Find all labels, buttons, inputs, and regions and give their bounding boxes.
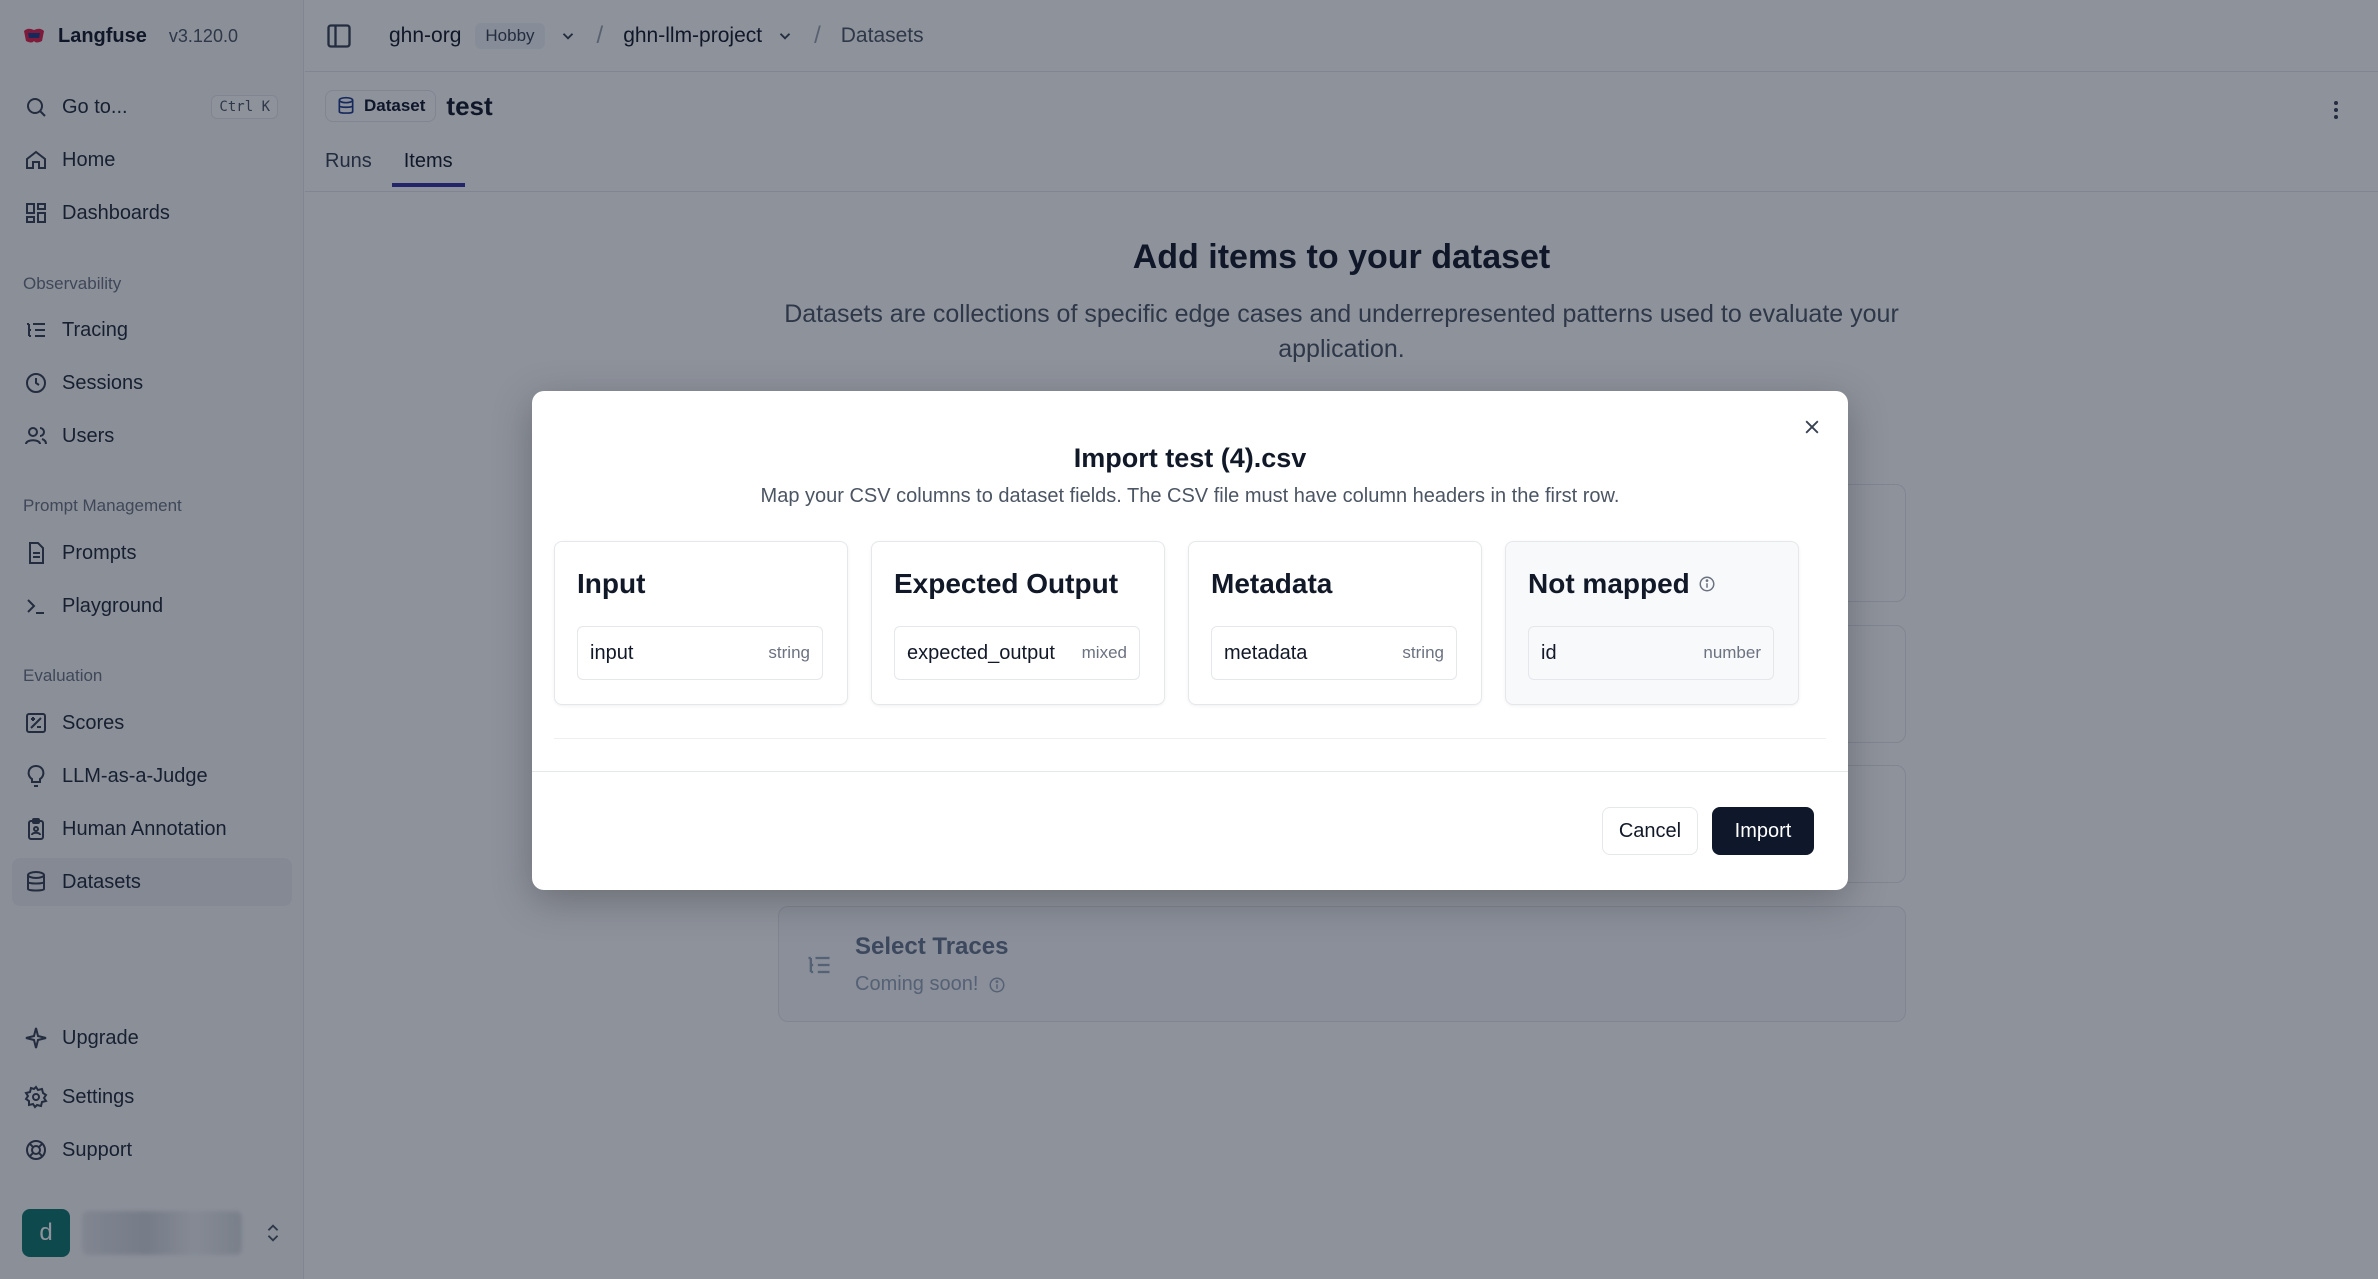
mapping-column-title: Input — [577, 568, 646, 599]
import-csv-dialog: Import test (4).csv Map your CSV columns… — [532, 391, 1848, 890]
csv-column-name: id — [1541, 641, 1557, 664]
import-button[interactable]: Import — [1712, 807, 1814, 855]
mapping-column-title: Metadata — [1211, 568, 1333, 599]
mapping-column-title-wrap: Not mapped — [1528, 568, 1716, 600]
csv-column-type: number — [1703, 643, 1761, 662]
column-mapping: Input input string Expected Output expec… — [554, 541, 1826, 739]
close-button[interactable] — [1796, 411, 1828, 443]
csv-column-type: string — [1402, 643, 1444, 662]
mapping-column-metadata[interactable]: Metadata metadata string — [1188, 541, 1482, 705]
cancel-button[interactable]: Cancel — [1602, 807, 1698, 855]
csv-column-type: string — [768, 643, 810, 662]
dialog-title: Import test (4).csv — [1073, 443, 1307, 473]
mapping-column-input[interactable]: Input input string — [554, 541, 848, 705]
dialog-divider — [532, 771, 1848, 772]
csv-column-chip[interactable]: expected_output mixed — [894, 626, 1140, 680]
dialog-subtitle: Map your CSV columns to dataset fields. … — [760, 485, 1620, 507]
mapping-column-title: Expected Output — [894, 568, 1119, 599]
csv-column-type: mixed — [1081, 643, 1127, 662]
csv-column-chip[interactable]: id number — [1528, 626, 1774, 680]
close-icon — [1805, 420, 1819, 434]
csv-column-chip[interactable]: metadata string — [1211, 626, 1457, 680]
mapping-column-not-mapped[interactable]: Not mapped id number — [1505, 541, 1799, 705]
csv-column-name: expected_output — [907, 641, 1055, 664]
app-window: Langfuse v3.120.0 Go to... Ctrl K Home D… — [0, 0, 2378, 1279]
csv-column-name: input — [590, 641, 634, 664]
csv-column-chip[interactable]: input string — [577, 626, 823, 680]
mapping-column-expected-output[interactable]: Expected Output expected_output mixed — [871, 541, 1165, 705]
csv-column-name: metadata — [1224, 641, 1308, 664]
mapping-column-title: Not mapped — [1528, 568, 1690, 599]
info-icon[interactable] — [1698, 575, 1716, 593]
